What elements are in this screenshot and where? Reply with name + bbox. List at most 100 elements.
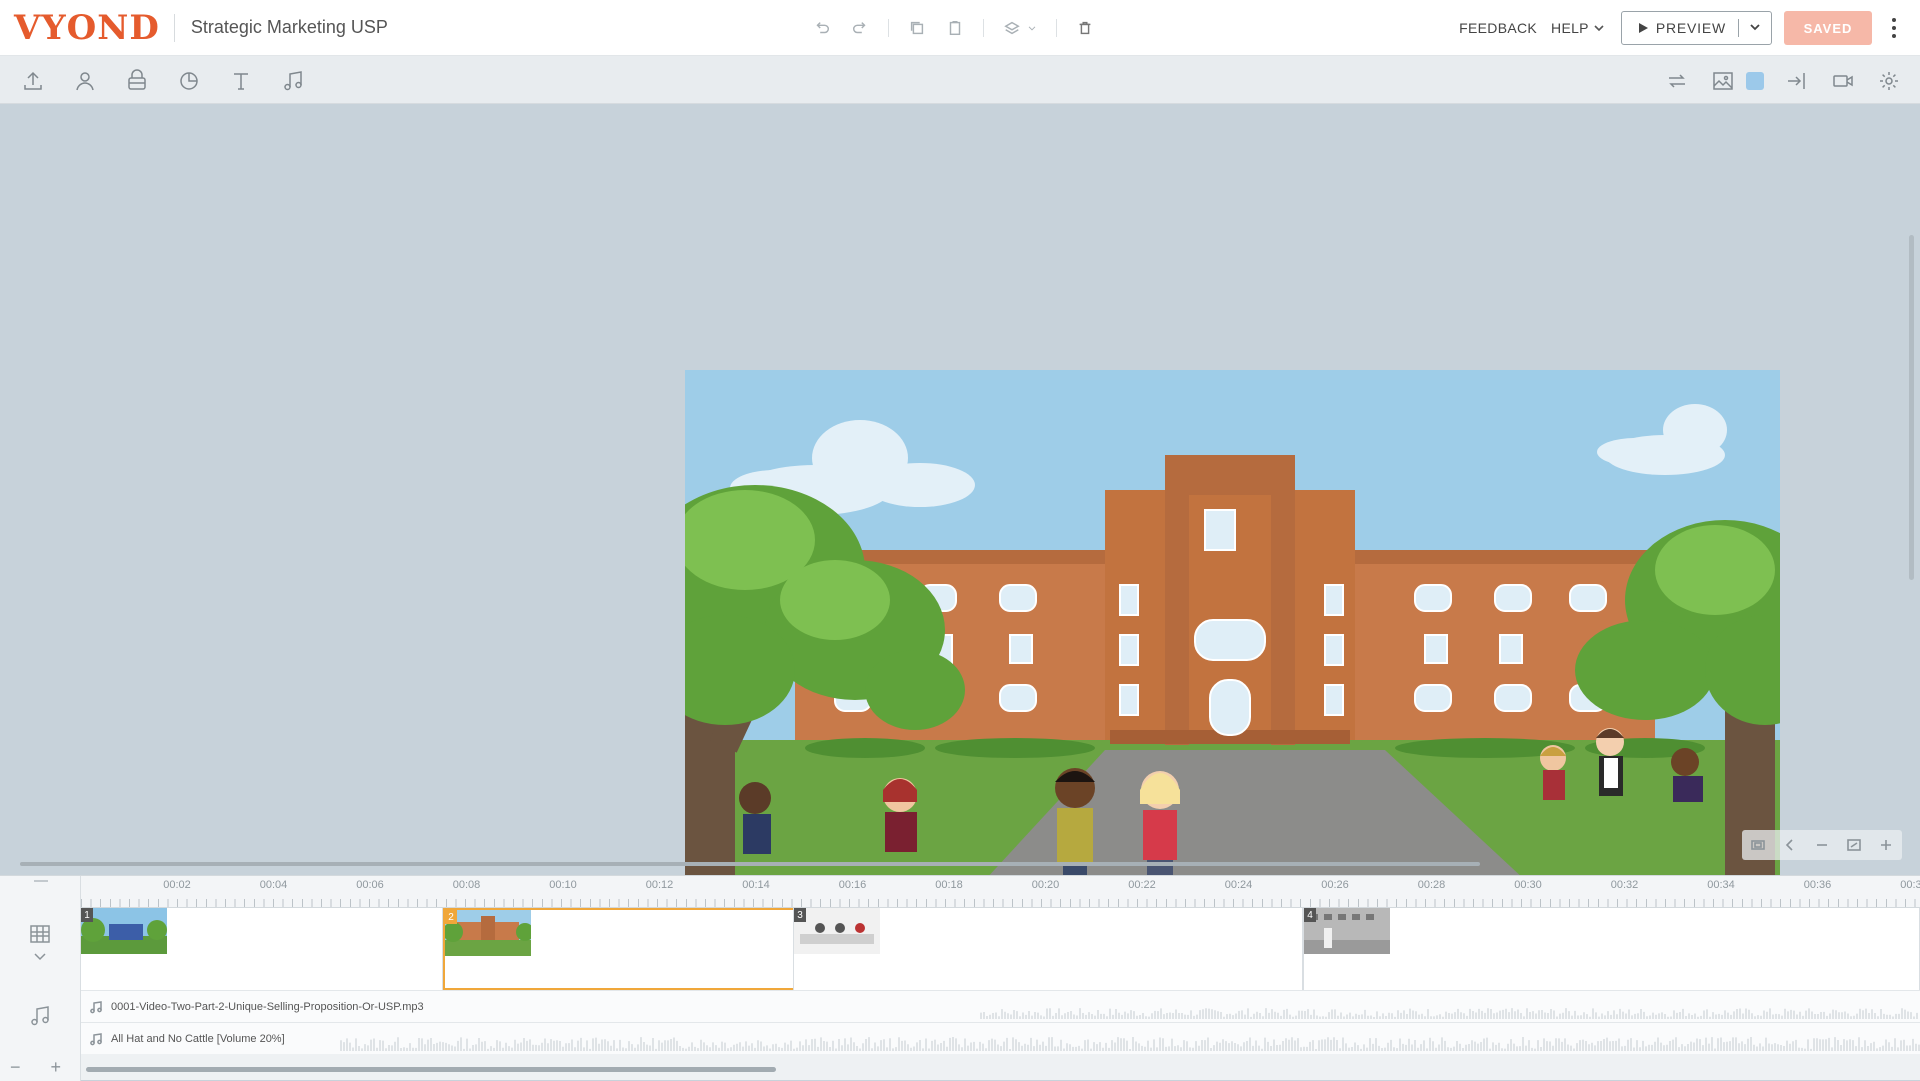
- scene-number: 4: [1304, 908, 1316, 922]
- preview-options-dropdown[interactable]: [1749, 20, 1761, 36]
- zoom-out-icon[interactable]: [1814, 837, 1830, 853]
- image-icon[interactable]: [1710, 68, 1736, 94]
- chevron-down-icon: [1594, 25, 1604, 32]
- scene-thumbnail: [81, 908, 167, 954]
- scene-thumbnail: [794, 908, 880, 954]
- paste-icon[interactable]: [945, 18, 965, 38]
- scene-thumbnail: [445, 910, 531, 956]
- ruler-tick-label: 00:30: [1514, 879, 1542, 891]
- scene-number: 1: [81, 908, 93, 922]
- scene-track: 1 2 3 4: [81, 908, 1920, 990]
- campus-scene-illustration: [685, 370, 1780, 875]
- audio-track-voiceover[interactable]: 0001-Video-Two-Part-2-Unique-Selling-Pro…: [81, 990, 1920, 1022]
- vertical-scrollbar[interactable]: [1909, 235, 1914, 580]
- divider: [888, 19, 889, 37]
- scene-block-3[interactable]: 3: [793, 908, 1303, 990]
- chevron-down-icon[interactable]: [32, 948, 48, 964]
- scene-block-1[interactable]: 1: [81, 908, 443, 990]
- feedback-label: FEEDBACK: [1459, 20, 1538, 36]
- timeline-zoom: − +: [10, 1057, 61, 1078]
- timeline-scrollbar[interactable]: [86, 1067, 776, 1072]
- background-color-swatch[interactable]: [1746, 72, 1764, 90]
- divider: [983, 19, 984, 37]
- asset-toolbar: [0, 56, 1920, 104]
- audio-track-label: All Hat and No Cattle [Volume 20%]: [89, 1032, 285, 1046]
- top-bar: VYOND Strategic Marketing USP FEEDBACK H…: [0, 0, 1920, 56]
- chart-icon[interactable]: [176, 68, 202, 94]
- expand-icon[interactable]: [1846, 837, 1862, 853]
- ruler-tick-label: 00:36: [1803, 879, 1832, 891]
- audio-file-name: All Hat and No Cattle [Volume 20%]: [111, 1033, 285, 1045]
- music-note-icon: [90, 1001, 102, 1014]
- character-icon[interactable]: [72, 68, 98, 94]
- copy-icon[interactable]: [907, 18, 927, 38]
- undo-icon[interactable]: [812, 18, 832, 38]
- preview-button[interactable]: PREVIEW: [1620, 11, 1772, 45]
- audio-track-music[interactable]: All Hat and No Cattle [Volume 20%]: [81, 1022, 1920, 1054]
- enter-icon[interactable]: [1784, 68, 1810, 94]
- fit-screen-icon[interactable]: [1750, 837, 1766, 853]
- ruler-tick-label: 00:24: [1224, 879, 1253, 891]
- topbar-actions: FEEDBACK HELP PREVIEW SAVED: [1459, 0, 1896, 56]
- settings-icon[interactable]: [1876, 68, 1902, 94]
- camera-icon[interactable]: [1830, 68, 1856, 94]
- help-menu[interactable]: HELP: [1551, 20, 1605, 36]
- audio-file-name: 0001-Video-Two-Part-2-Unique-Selling-Pro…: [111, 1001, 424, 1013]
- play-icon: [1638, 23, 1648, 33]
- edit-tools: [812, 14, 1095, 42]
- canvas-zoom-controls: [1742, 830, 1902, 860]
- timeline-zoom-in-button[interactable]: +: [51, 1057, 62, 1078]
- more-menu-icon[interactable]: [1892, 18, 1896, 38]
- chevron-down-icon[interactable]: [1026, 18, 1038, 38]
- audio-track-label: 0001-Video-Two-Part-2-Unique-Selling-Pro…: [89, 1000, 424, 1014]
- ruler-tick-label: 00:14: [742, 879, 770, 891]
- props-icon[interactable]: [124, 68, 150, 94]
- timeline-zoom-out-button[interactable]: −: [10, 1057, 21, 1078]
- ruler-tick-label: 00:20: [1031, 879, 1060, 891]
- scenes-icon[interactable]: [28, 922, 52, 946]
- project-title[interactable]: Strategic Marketing USP: [191, 17, 388, 38]
- ruler-tick-label: 00:32: [1610, 879, 1639, 891]
- layers-icon[interactable]: [1002, 18, 1022, 38]
- ruler-tick-label: 00:26: [1321, 879, 1349, 891]
- vyond-logo[interactable]: VYOND: [14, 0, 160, 56]
- chevron-left-icon[interactable]: [1782, 837, 1798, 853]
- music-note-icon: [90, 1033, 102, 1046]
- ruler-tick-label: 00:28: [1417, 879, 1446, 891]
- audio-icon[interactable]: [280, 68, 306, 94]
- ruler-tick-label: 00:18: [935, 879, 963, 891]
- divider: [173, 13, 175, 42]
- ruler-tick-label: 00:34: [1707, 879, 1735, 891]
- timeline-sidebar: − +: [0, 876, 81, 1081]
- ruler-tick-label: 00:06: [356, 879, 384, 891]
- zoom-in-icon[interactable]: [1878, 837, 1894, 853]
- ruler-tick-label: 00:12: [645, 879, 674, 891]
- delete-icon[interactable]: [1075, 18, 1095, 38]
- chevron-down-icon: [1750, 24, 1760, 31]
- music-icon[interactable]: [28, 1004, 52, 1028]
- scene-block-4[interactable]: 4: [1303, 908, 1920, 990]
- scene-thumbnail: [1304, 908, 1390, 954]
- redo-icon[interactable]: [850, 18, 870, 38]
- ruler-tick-label: 00:10: [549, 879, 577, 891]
- saved-button[interactable]: SAVED: [1784, 11, 1872, 45]
- scene-canvas[interactable]: [685, 370, 1780, 875]
- stage-area[interactable]: [0, 105, 1920, 875]
- drag-handle[interactable]: [34, 880, 48, 882]
- ruler-tick-label: 00:08: [452, 879, 481, 891]
- time-ruler[interactable]: 00:02 00:04 00:06 00:08 00:10 00:12 00:14 00:16…: [81, 876, 1920, 908]
- ruler-tick-label: 00:04: [259, 879, 288, 891]
- swap-icon[interactable]: [1664, 68, 1690, 94]
- horizontal-scrollbar[interactable]: [20, 862, 1480, 866]
- waveform: [340, 1037, 1920, 1051]
- ruler-ticks: [81, 899, 1920, 907]
- divider: [1056, 19, 1057, 37]
- ruler-tick-label: 00:02: [163, 879, 191, 891]
- scene-number: 2: [445, 910, 457, 924]
- text-icon[interactable]: [228, 68, 254, 94]
- feedback-button[interactable]: FEEDBACK: [1459, 20, 1537, 36]
- ruler-tick-label: 00:22: [1128, 879, 1156, 891]
- scene-number: 3: [794, 908, 806, 922]
- preview-label: PREVIEW: [1655, 20, 1726, 36]
- upload-icon[interactable]: [20, 68, 46, 94]
